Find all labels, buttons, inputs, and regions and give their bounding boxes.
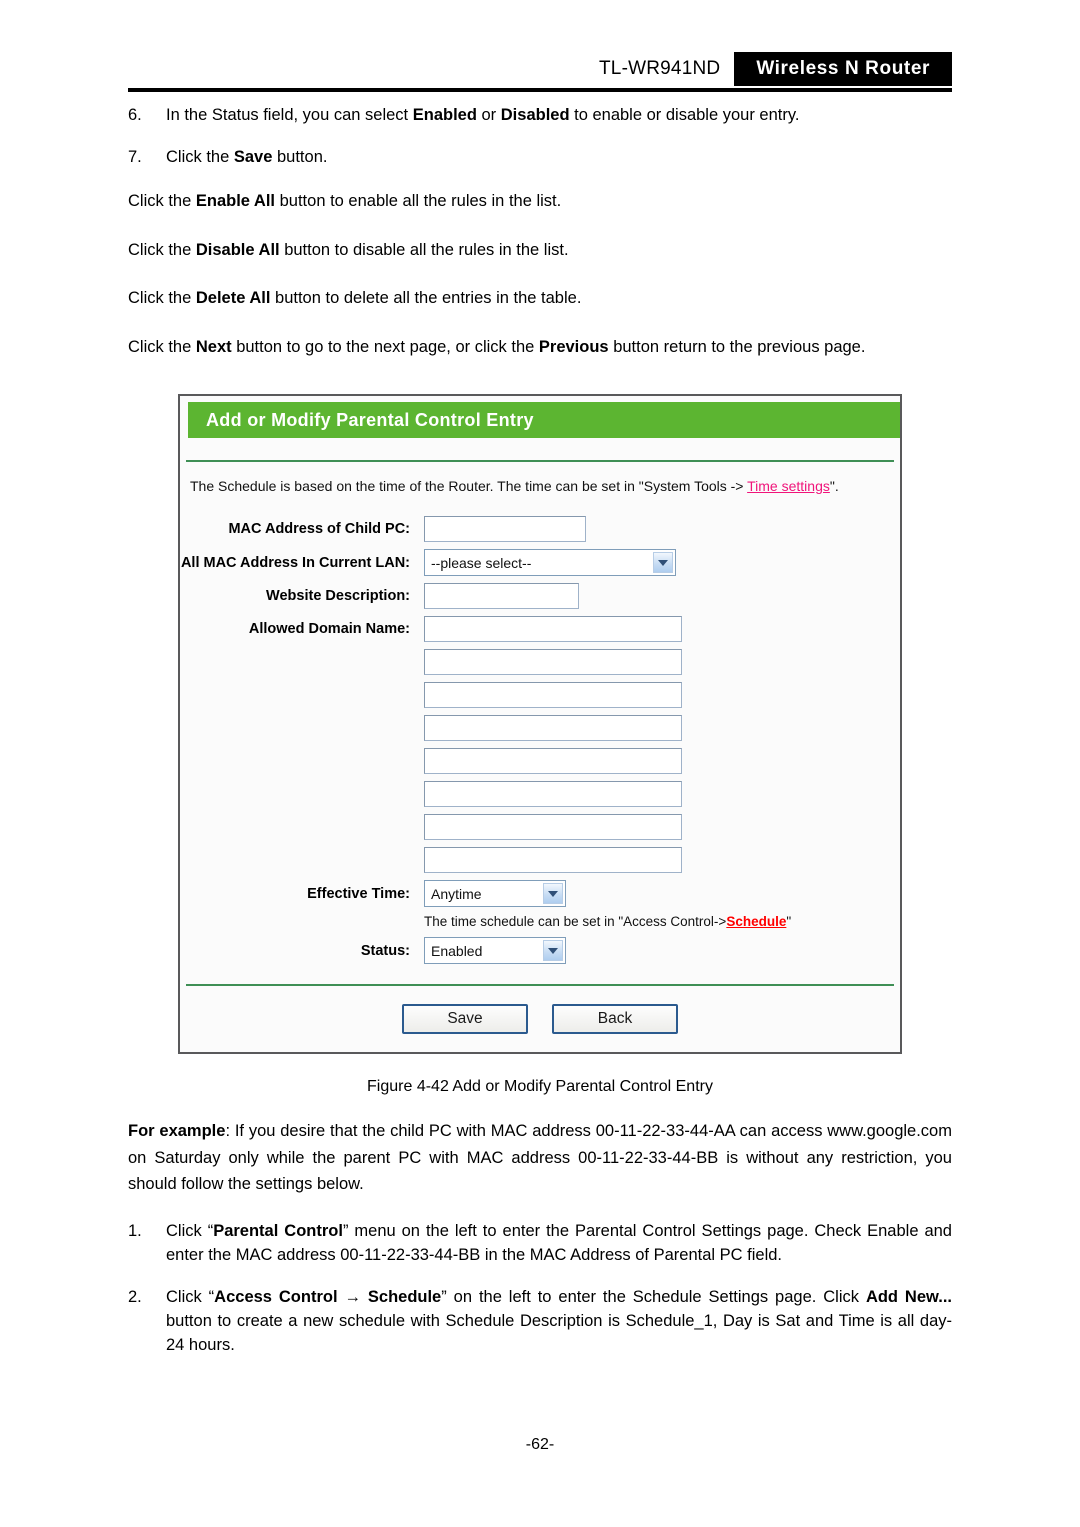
input-allowed-domain-3[interactable] [424, 682, 682, 708]
step-7: 7. Click the Save button. [128, 146, 952, 170]
input-allowed-domain-8[interactable] [424, 847, 682, 873]
label-status: Status: [360, 942, 410, 959]
field-allowed-domain-5-wrap [424, 748, 900, 774]
paragraph-disable-all: Click the Disable All button to disable … [128, 240, 569, 259]
row-allowed-domain-6 [180, 781, 900, 807]
top-content: 6. In the Status field, you can select E… [128, 104, 952, 381]
panel-note-prefix: The Schedule is based on the time of the… [190, 478, 748, 494]
step-6: 6. In the Status field, you can select E… [128, 104, 952, 128]
label-effective-time: Effective Time: [307, 885, 410, 902]
row-status: Status: Enabled [180, 937, 900, 964]
step-6-number: 6. [128, 106, 142, 124]
page-number: -62- [525, 1436, 555, 1453]
select-all-mac-lan-value: --please select-- [431, 554, 532, 571]
input-allowed-domain-5[interactable] [424, 748, 682, 774]
save-button[interactable]: Save [402, 1004, 528, 1034]
row-website-description: Website Description: [180, 583, 900, 609]
step-7-text: Click the Save button. [166, 147, 328, 166]
label-allowed-domain-name: Allowed Domain Name: [248, 621, 410, 637]
schedule-hint-suffix: " [786, 914, 792, 929]
input-allowed-domain-6[interactable] [424, 781, 682, 807]
step-1: 1. Click “Parental Control” menu on the … [128, 1220, 952, 1268]
input-website-description[interactable] [424, 583, 579, 609]
input-allowed-domain-7[interactable] [424, 814, 682, 840]
model-name: TL-WR941ND [599, 58, 721, 79]
select-effective-time[interactable]: Anytime [424, 880, 566, 907]
panel-note-suffix: ". [829, 478, 839, 494]
row-allowed-domain-3 [180, 682, 900, 708]
chevron-down-icon[interactable] [543, 883, 563, 904]
field-allowed-domain-4-wrap [424, 715, 900, 741]
step-6-text: In the Status field, you can select Enab… [166, 106, 800, 124]
field-allowed-domain-3-wrap [424, 682, 900, 708]
schedule-hint: The time schedule can be set in "Access … [424, 914, 791, 929]
paragraph-next-previous: Click the Next button to go to the next … [128, 338, 866, 356]
input-mac-child-pc[interactable] [424, 516, 586, 542]
hint-spacer [180, 914, 424, 929]
bottom-content: For example: If you desire that the chil… [128, 1118, 952, 1376]
paragraph-for-example: For example: If you desire that the chil… [128, 1122, 952, 1194]
panel-title: Add or Modify Parental Control Entry [188, 402, 900, 438]
field-effective-time-wrap: Anytime [424, 880, 900, 907]
chevron-down-icon[interactable] [653, 552, 673, 573]
paragraph-enable-all: Click the Enable All button to enable al… [128, 191, 562, 210]
label-website-description: Website Description: [266, 588, 410, 604]
brand-badge: Wireless N Router [734, 52, 952, 86]
row-allowed-domain-1: Allowed Domain Name: [180, 616, 900, 642]
field-allowed-domain-6-wrap [424, 781, 900, 807]
step-2-text: Click “Access Control → Schedule” on the… [166, 1288, 952, 1354]
select-all-mac-lan[interactable]: --please select-- [424, 549, 676, 576]
panel-button-row: Save Back [180, 986, 900, 1034]
paragraph-delete-all: Click the Delete All button to delete al… [128, 289, 582, 308]
field-allowed-domain-8-wrap [424, 847, 900, 873]
field-status-wrap: Enabled [424, 937, 900, 964]
row-allowed-domain-8 [180, 847, 900, 873]
step-1-number: 1. [128, 1222, 142, 1241]
step-1-text: Click “Parental Control” menu on the lef… [166, 1222, 952, 1265]
panel-note: The Schedule is based on the time of the… [180, 462, 900, 494]
page-header: TL-WR941ND Wireless N Router [128, 52, 952, 86]
row-allowed-domain-2 [180, 649, 900, 675]
router-config-panel: Add or Modify Parental Control Entry The… [178, 394, 902, 1054]
step-2: 2. Click “Access Control → Schedule” on … [128, 1286, 952, 1358]
select-status-value: Enabled [431, 942, 483, 959]
step-7-number: 7. [128, 147, 142, 166]
input-allowed-domain-2[interactable] [424, 649, 682, 675]
row-all-mac-lan: All MAC Address In Current LAN: --please… [180, 549, 900, 576]
input-allowed-domain-1[interactable] [424, 616, 682, 642]
schedule-link[interactable]: Schedule [726, 914, 786, 929]
header-rule [128, 88, 952, 92]
panel-title-gap [180, 438, 900, 460]
figure-caption: Figure 4-42 Add or Modify Parental Contr… [367, 1078, 713, 1095]
label-all-mac-lan: All MAC Address In Current LAN: [180, 554, 410, 571]
select-effective-time-value: Anytime [431, 885, 482, 902]
back-button[interactable]: Back [552, 1004, 678, 1034]
field-allowed-domain-7-wrap [424, 814, 900, 840]
row-mac-child-pc: MAC Address of Child PC: [180, 516, 900, 542]
row-allowed-domain-4 [180, 715, 900, 741]
time-settings-link[interactable]: Time settings [747, 478, 830, 494]
row-effective-time: Effective Time: Anytime [180, 880, 900, 907]
field-all-mac-lan-wrap: --please select-- [424, 549, 900, 576]
row-allowed-domain-5 [180, 748, 900, 774]
chevron-down-icon[interactable] [543, 940, 563, 961]
label-mac-child-pc: MAC Address of Child PC: [228, 521, 410, 537]
step-2-number: 2. [128, 1288, 142, 1306]
row-allowed-domain-7 [180, 814, 900, 840]
parental-control-form: MAC Address of Child PC: All MAC Address… [180, 494, 900, 964]
schedule-hint-row: The time schedule can be set in "Access … [180, 914, 900, 929]
select-status[interactable]: Enabled [424, 937, 566, 964]
input-allowed-domain-4[interactable] [424, 715, 682, 741]
field-allowed-domain-2-wrap [424, 649, 900, 675]
field-mac-child-pc-wrap [424, 516, 900, 542]
field-website-description-wrap [424, 583, 900, 609]
field-allowed-domain-1-wrap [424, 616, 900, 642]
schedule-hint-prefix: The time schedule can be set in "Access … [424, 914, 727, 929]
